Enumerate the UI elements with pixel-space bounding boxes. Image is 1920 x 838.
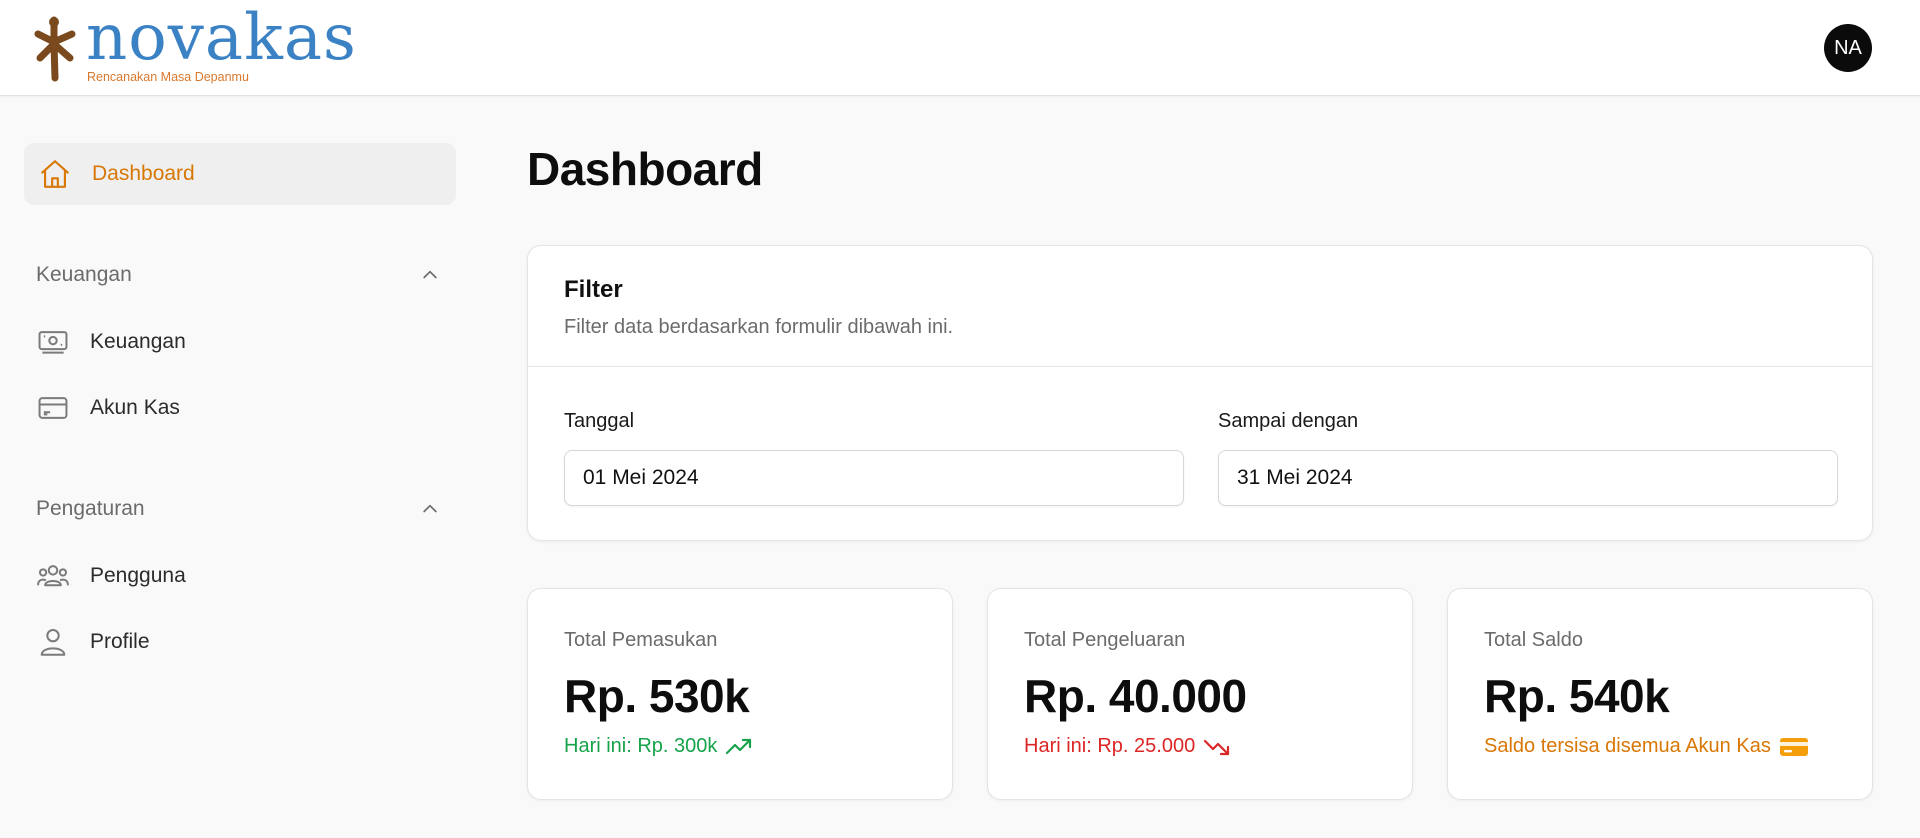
logo-tagline: Rencanakan Masa Depanmu [87, 70, 249, 84]
sidebar-item-label: Dashboard [92, 162, 195, 185]
filter-card: Filter Filter data berdasarkan formulir … [527, 245, 1873, 541]
avatar[interactable]: NA [1824, 24, 1872, 72]
date-to-input[interactable]: 31 Mei 2024 [1218, 450, 1838, 506]
credit-card-icon [1779, 737, 1808, 756]
divider [528, 366, 1872, 367]
date-from-label: Tanggal [564, 410, 635, 432]
stat-note-text: Hari ini: Rp. 25.000 [1024, 735, 1196, 757]
stat-note: Saldo tersisa disemua Akun Kas [1484, 735, 1809, 758]
trending-up-icon [726, 738, 752, 754]
stat-value: Rp. 540k [1484, 670, 1670, 722]
credit-card-icon [38, 397, 68, 419]
stat-card-saldo: Total Saldo Rp. 540k Saldo tersisa disem… [1447, 588, 1873, 800]
logo-mark-icon [34, 16, 76, 82]
sidebar-item-label: Pengguna [90, 564, 186, 587]
stat-note: Hari ini: Rp. 300k [564, 735, 753, 758]
app-logo[interactable]: novakas Rencanakan Masa Depanmu [34, 6, 356, 88]
filter-subtitle: Filter data berdasarkan formulir dibawah… [564, 316, 954, 338]
stat-value: Rp. 530k [564, 670, 750, 722]
cash-icon [38, 331, 68, 354]
top-header: novakas Rencanakan Masa Depanmu NA [0, 0, 1920, 96]
sidebar-section-title: Keuangan [36, 263, 132, 286]
user-icon [40, 628, 66, 656]
chevron-up-icon[interactable] [420, 499, 440, 519]
sidebar-section-pengaturan[interactable]: Pengaturan [36, 497, 440, 521]
stat-label: Total Pemasukan [564, 629, 718, 651]
stat-card-pengeluaran: Total Pengeluaran Rp. 40.000 Hari ini: R… [987, 588, 1413, 800]
sidebar-item-label: Keuangan [90, 330, 186, 353]
chevron-up-icon[interactable] [420, 265, 440, 285]
sidebar-item-dashboard[interactable]: Dashboard [24, 143, 456, 205]
sidebar-item-label: Profile [90, 630, 150, 653]
stat-note-text: Hari ini: Rp. 300k [564, 735, 718, 757]
page-title: Dashboard [527, 143, 763, 195]
filter-title: Filter [564, 276, 623, 303]
sidebar-item-profile[interactable]: Profile [36, 622, 150, 662]
trending-down-icon [1204, 739, 1230, 755]
sidebar-section-title: Pengaturan [36, 497, 145, 520]
stat-label: Total Saldo [1484, 629, 1583, 651]
sidebar-section-keuangan[interactable]: Keuangan [36, 263, 440, 287]
stat-value: Rp. 40.000 [1024, 670, 1247, 722]
stat-note: Hari ini: Rp. 25.000 [1024, 735, 1231, 758]
users-icon [37, 565, 69, 587]
date-from-input[interactable]: 01 Mei 2024 [564, 450, 1184, 506]
stat-label: Total Pengeluaran [1024, 629, 1186, 651]
sidebar-item-pengguna[interactable]: Pengguna [36, 556, 186, 596]
sidebar-item-keuangan[interactable]: Keuangan [36, 322, 186, 362]
stat-note-text: Saldo tersisa disemua Akun Kas [1484, 735, 1771, 757]
date-to-label: Sampai dengan [1218, 410, 1359, 432]
stat-card-pemasukan: Total Pemasukan Rp. 530k Hari ini: Rp. 3… [527, 588, 953, 800]
logo-text: novakas [86, 1, 357, 75]
home-icon [41, 160, 69, 188]
sidebar-item-akun-kas[interactable]: Akun Kas [36, 388, 180, 428]
sidebar-item-label: Akun Kas [90, 396, 180, 419]
